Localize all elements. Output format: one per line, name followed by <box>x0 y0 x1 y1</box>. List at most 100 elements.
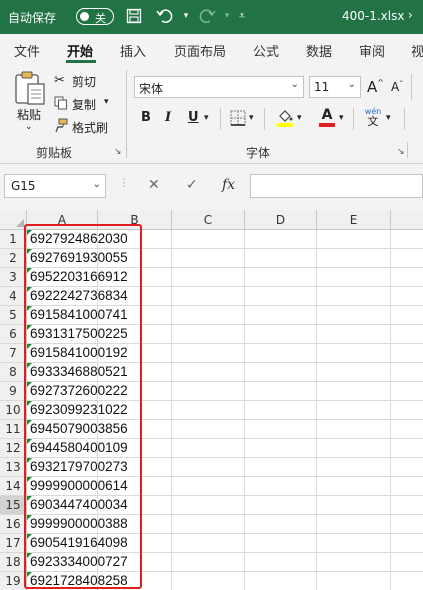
grid-cell[interactable] <box>391 572 423 590</box>
row-header[interactable]: 2 <box>0 249 27 268</box>
grid-cell[interactable] <box>98 420 172 439</box>
clipboard-launcher-icon[interactable]: ↘ <box>114 147 122 157</box>
tab-file[interactable]: 文件 <box>14 41 40 60</box>
grid-cell[interactable] <box>317 572 391 590</box>
grid-cell[interactable] <box>245 249 317 268</box>
cell-a[interactable]: 6923334000727 <box>27 553 128 572</box>
insert-function-icon[interactable]: fx <box>222 177 235 193</box>
grid-cell[interactable] <box>172 230 245 249</box>
grid-cell[interactable] <box>391 458 423 477</box>
column-header-a[interactable]: A <box>27 210 98 230</box>
grid-cell[interactable] <box>317 439 391 458</box>
grid-cell[interactable] <box>172 344 245 363</box>
cell-a[interactable]: 6945079003856 <box>27 420 128 439</box>
row-header[interactable]: 3 <box>0 268 27 287</box>
grid-cell[interactable] <box>98 439 172 458</box>
grid-cell[interactable] <box>172 534 245 553</box>
grow-font-button[interactable]: A^ <box>367 78 384 96</box>
undo-icon[interactable] <box>155 6 175 26</box>
tab-review[interactable]: 审阅 <box>359 41 385 60</box>
grid-cell[interactable] <box>98 268 172 287</box>
grid-cell[interactable] <box>317 496 391 515</box>
grid-cell[interactable] <box>172 382 245 401</box>
grid-cell[interactable] <box>98 249 172 268</box>
grid-cell[interactable] <box>391 420 423 439</box>
row-header[interactable]: 8 <box>0 363 27 382</box>
grid-cell[interactable] <box>391 401 423 420</box>
column-header-f[interactable] <box>391 210 423 230</box>
grid-cell[interactable] <box>245 439 317 458</box>
grid-cell[interactable] <box>391 363 423 382</box>
grid-cell[interactable] <box>391 306 423 325</box>
cell-a[interactable]: 6927372600222 <box>27 382 128 401</box>
customize-icon[interactable]: ⩡ <box>232 6 252 26</box>
copy-label[interactable]: 复制 <box>72 96 96 113</box>
tab-view[interactable]: 视 <box>411 41 423 60</box>
grid-cell[interactable] <box>391 230 423 249</box>
grid-cell[interactable] <box>391 268 423 287</box>
grid-cell[interactable] <box>391 325 423 344</box>
grid-cell[interactable] <box>172 553 245 572</box>
grid-cell[interactable] <box>391 439 423 458</box>
grid-cell[interactable] <box>245 515 317 534</box>
grid-cell[interactable] <box>98 230 172 249</box>
grid-cell[interactable] <box>172 420 245 439</box>
cell-a[interactable]: 6952203166912 <box>27 268 128 287</box>
formula-input[interactable] <box>250 174 423 198</box>
underline-button[interactable]: U <box>188 110 199 125</box>
grid-cell[interactable] <box>172 496 245 515</box>
grid-cell[interactable] <box>172 287 245 306</box>
copy-dropdown-icon[interactable]: ▾ <box>104 97 109 107</box>
grid-cell[interactable] <box>245 268 317 287</box>
italic-button[interactable]: I <box>165 110 171 125</box>
grid-cell[interactable] <box>98 382 172 401</box>
grid-cell[interactable] <box>245 230 317 249</box>
grid-cell[interactable] <box>245 401 317 420</box>
row-header[interactable]: 9 <box>0 382 27 401</box>
tab-data[interactable]: 数据 <box>306 41 332 60</box>
grid-cell[interactable] <box>317 344 391 363</box>
row-header[interactable]: 15 <box>0 496 27 515</box>
grid-cell[interactable] <box>317 268 391 287</box>
grid-cell[interactable] <box>317 363 391 382</box>
grid-cell[interactable] <box>245 363 317 382</box>
grid-cell[interactable] <box>391 344 423 363</box>
grid-cell[interactable] <box>245 458 317 477</box>
cancel-icon[interactable]: ✕ <box>148 177 160 193</box>
grid-cell[interactable] <box>317 401 391 420</box>
row-header[interactable]: 14 <box>0 477 27 496</box>
underline-dropdown-icon[interactable]: ▾ <box>204 113 209 123</box>
grid-cell[interactable] <box>391 515 423 534</box>
grid-cell[interactable] <box>172 325 245 344</box>
grid-cell[interactable] <box>391 534 423 553</box>
cell-a[interactable]: 6927924862030 <box>27 230 128 249</box>
grid-cell[interactable] <box>172 439 245 458</box>
grid-cell[interactable] <box>391 553 423 572</box>
column-header-e[interactable]: E <box>317 210 391 230</box>
grid-cell[interactable] <box>317 287 391 306</box>
cell-a[interactable]: 6915841000192 <box>27 344 128 363</box>
cell-a[interactable]: 6915841000741 <box>27 306 128 325</box>
fill-color-icon[interactable] <box>276 108 294 131</box>
row-header[interactable]: 19 <box>0 572 27 590</box>
grid-cell[interactable] <box>172 268 245 287</box>
grid-cell[interactable] <box>391 287 423 306</box>
grid-cell[interactable] <box>98 515 172 534</box>
expand-icon[interactable]: › <box>408 8 413 22</box>
grid-cell[interactable] <box>245 496 317 515</box>
cut-label[interactable]: 剪切 <box>72 73 96 90</box>
cell-a[interactable]: 6931317500225 <box>27 325 128 344</box>
column-header-c[interactable]: C <box>172 210 245 230</box>
grid-cell[interactable] <box>245 382 317 401</box>
row-header[interactable]: 6 <box>0 325 27 344</box>
grid-cell[interactable] <box>317 306 391 325</box>
row-header[interactable]: 11 <box>0 420 27 439</box>
cell-a[interactable]: 6932179700273 <box>27 458 128 477</box>
font-name-dropdown[interactable]: 宋体 ⌄ <box>134 76 304 98</box>
font-launcher-icon[interactable]: ↘ <box>397 147 405 157</box>
row-header[interactable]: 16 <box>0 515 27 534</box>
grid-cell[interactable] <box>172 572 245 590</box>
grid-cell[interactable] <box>98 534 172 553</box>
font-size-dropdown[interactable]: 11 ⌄ <box>309 76 361 98</box>
grid-cell[interactable] <box>172 306 245 325</box>
